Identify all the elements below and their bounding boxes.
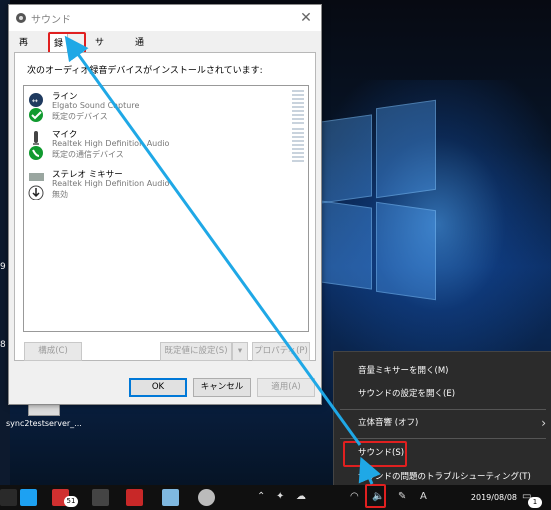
arrow-to-sounds-menu [358, 456, 381, 485]
callout-arrows [64, 35, 381, 485]
arrow-to-recording-tab [64, 35, 362, 446]
